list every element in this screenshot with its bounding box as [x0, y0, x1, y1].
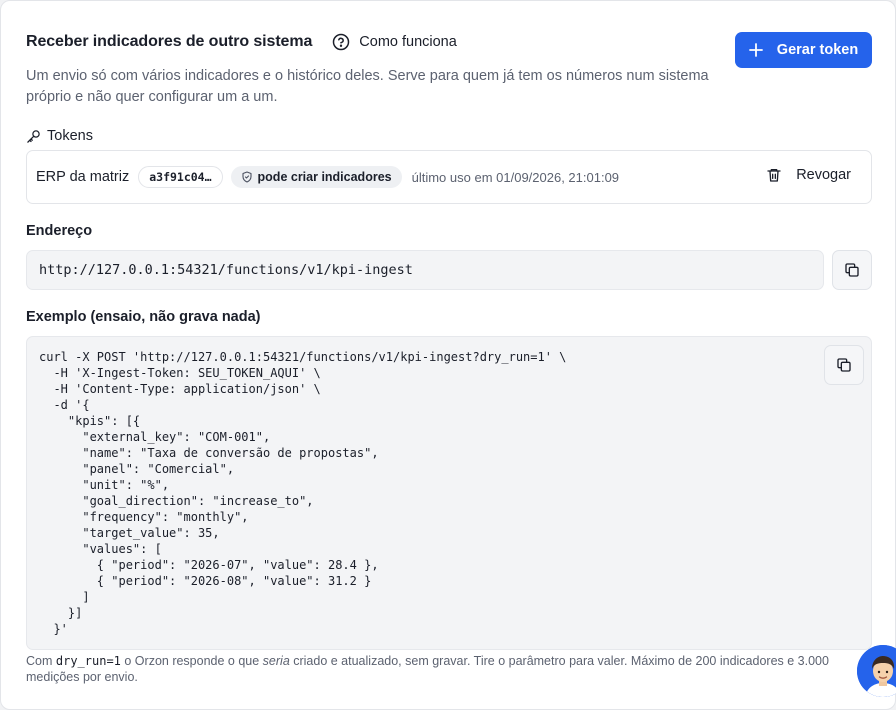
footnote-code: dry_run=1: [55, 654, 121, 668]
how-it-works-label: Como funciona: [359, 34, 457, 50]
footnote-part2: o Orzon responde o que: [120, 654, 263, 668]
copy-icon: [845, 263, 859, 277]
shield-check-icon: [241, 171, 252, 183]
support-avatar[interactable]: [857, 645, 896, 697]
example-heading: Exemplo (ensaio, não grava nada): [26, 309, 261, 325]
example-code: curl -X POST 'http://127.0.0.1:54321/fun…: [39, 350, 567, 636]
ingest-card: Receber indicadores de outro sistema Com…: [0, 0, 896, 710]
footnote-emphasis: seria: [262, 654, 290, 668]
copy-url-button[interactable]: [832, 250, 872, 290]
copy-icon: [837, 358, 851, 372]
example-code-block: curl -X POST 'http://127.0.0.1:54321/fun…: [26, 336, 872, 650]
plus-icon: [748, 43, 763, 57]
how-it-works-link[interactable]: Como funciona: [332, 33, 457, 51]
revoke-button[interactable]: Revogar: [766, 167, 851, 183]
question-circle-icon: [333, 33, 350, 51]
description: Um envio só com vários indicadores e o h…: [26, 68, 709, 105]
generate-token-label: Gerar token: [776, 42, 859, 58]
card-header: Receber indicadores de outro sistema Com…: [26, 33, 457, 51]
trash-icon: [767, 169, 781, 182]
key-icon: [27, 129, 40, 143]
endpoint-url: http://127.0.0.1:54321/functions/v1/kpi-…: [39, 262, 413, 278]
footnote: Com dry_run=1 o Orzon responde o que ser…: [26, 653, 856, 685]
tokens-heading: Tokens: [26, 128, 93, 144]
generate-token-button[interactable]: Gerar token: [735, 32, 872, 68]
tokens-heading-label: Tokens: [47, 128, 93, 144]
endpoint-url-field[interactable]: http://127.0.0.1:54321/functions/v1/kpi-…: [26, 250, 824, 290]
permission-label: pode criar indicadores: [257, 170, 392, 184]
copy-example-button[interactable]: [824, 345, 864, 385]
token-name: ERP da matriz: [36, 169, 130, 185]
token-row: ERP da matriz a3f91c04… pode criar indic…: [26, 150, 872, 204]
avatar-icon: [857, 645, 896, 697]
endpoint-heading: Endereço: [26, 223, 93, 239]
token-prefix: a3f91c04…: [138, 166, 223, 188]
page-title: Receber indicadores de outro sistema: [26, 33, 313, 50]
footnote-part1: Com: [26, 654, 56, 668]
last-use-text: último uso em 01/09/2026, 21:01:09: [411, 169, 620, 185]
revoke-label: Revogar: [796, 167, 851, 183]
permission-badge: pode criar indicadores: [230, 166, 402, 188]
